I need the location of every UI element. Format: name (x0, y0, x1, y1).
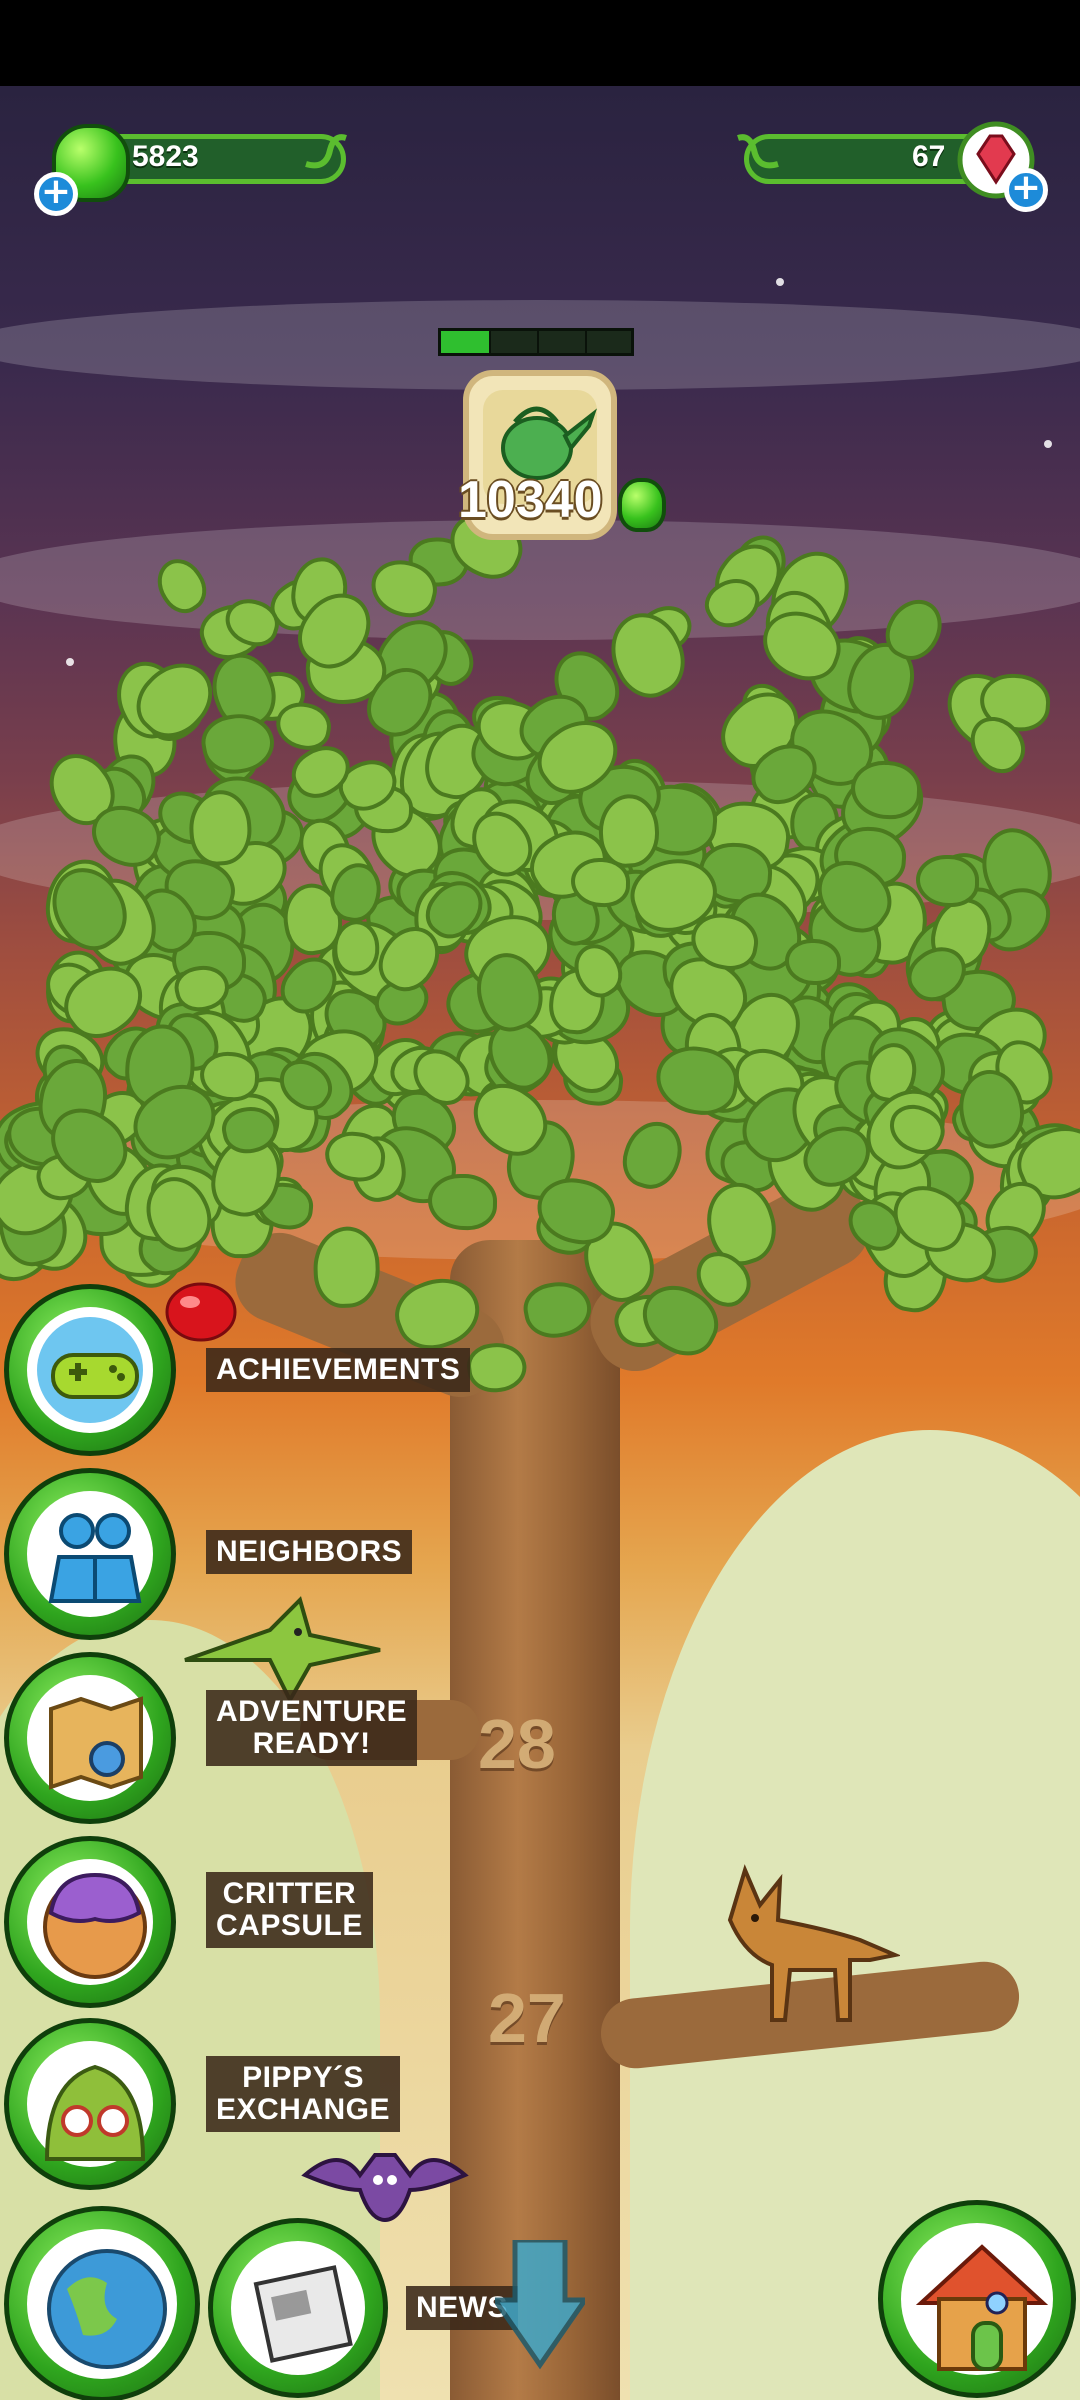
green-gem-icon (618, 478, 666, 532)
achievements-button[interactable] (4, 1284, 176, 1456)
button-inner (27, 1307, 153, 1433)
tree-leaf (915, 854, 979, 907)
critter-capsule-button[interactable] (4, 1836, 176, 2008)
house-icon (911, 2233, 1049, 2371)
bat-critter[interactable] (300, 2135, 470, 2225)
button-inner (27, 1859, 153, 1985)
pippys-exchange-label[interactable]: PIPPY´S EXCHANGE (206, 2056, 401, 2132)
neighbors-label[interactable]: NEIGHBORS (206, 1530, 413, 1574)
vine-curl-icon (737, 134, 779, 169)
tree-leaf (784, 939, 841, 986)
button-inner (27, 2041, 153, 2167)
critter-capsule-label[interactable]: CRITTER CAPSULE (206, 1872, 373, 1948)
capsule-icon (37, 1869, 147, 1979)
scroll-down-arrow-icon[interactable] (495, 2240, 585, 2370)
button-inner (27, 2229, 177, 2379)
progress-divider (585, 331, 587, 353)
home-button[interactable] (878, 2200, 1076, 2398)
tree-level-number: 28 (478, 1705, 556, 1783)
button-inner (231, 2241, 365, 2375)
tree-growth-progress (438, 328, 634, 356)
news-button[interactable] (208, 2218, 388, 2398)
game-screen: 28 27 + 5823 67 + 10340 ACHIEVEMENTS NEI… (0, 0, 1080, 2400)
button-inner (901, 2223, 1053, 2375)
add-green-currency-button[interactable]: + (34, 172, 78, 216)
people-icon (37, 1501, 143, 1607)
vine-curl-icon (305, 134, 347, 169)
star (776, 278, 784, 286)
progress-fill (441, 331, 489, 353)
button-inner (27, 1675, 153, 1801)
pippys-exchange-button[interactable] (4, 2018, 176, 2190)
neighbors-button[interactable] (4, 1468, 176, 1640)
status-bar (0, 0, 1080, 86)
green-currency-amount: 5823 (132, 140, 199, 173)
water-cost: 10340 (458, 471, 603, 529)
adventure-button[interactable] (4, 1652, 176, 1824)
newspaper-icon (241, 2251, 355, 2365)
add-red-currency-button[interactable]: + (1004, 168, 1048, 212)
star (1044, 440, 1052, 448)
tree-trunk (450, 1240, 620, 2400)
apple-notification-icon[interactable] (164, 1274, 238, 1342)
progress-divider (537, 331, 539, 353)
pippy-face-icon (37, 2051, 146, 2161)
button-inner (27, 1491, 153, 1617)
star (66, 658, 74, 666)
fox-critter[interactable] (700, 1860, 900, 2030)
map-icon (37, 1685, 143, 1791)
tree-leaf (570, 857, 631, 908)
adventure-label[interactable]: ADVENTURE READY! (206, 1690, 418, 1766)
world-button[interactable] (4, 2206, 200, 2400)
achievements-label[interactable]: ACHIEVEMENTS (206, 1348, 471, 1392)
red-currency-amount: 67 (912, 140, 946, 173)
tree-level-number: 27 (488, 1979, 566, 2057)
globe-icon (37, 2239, 167, 2369)
gamepad-icon (37, 1317, 143, 1423)
progress-divider (489, 331, 491, 353)
